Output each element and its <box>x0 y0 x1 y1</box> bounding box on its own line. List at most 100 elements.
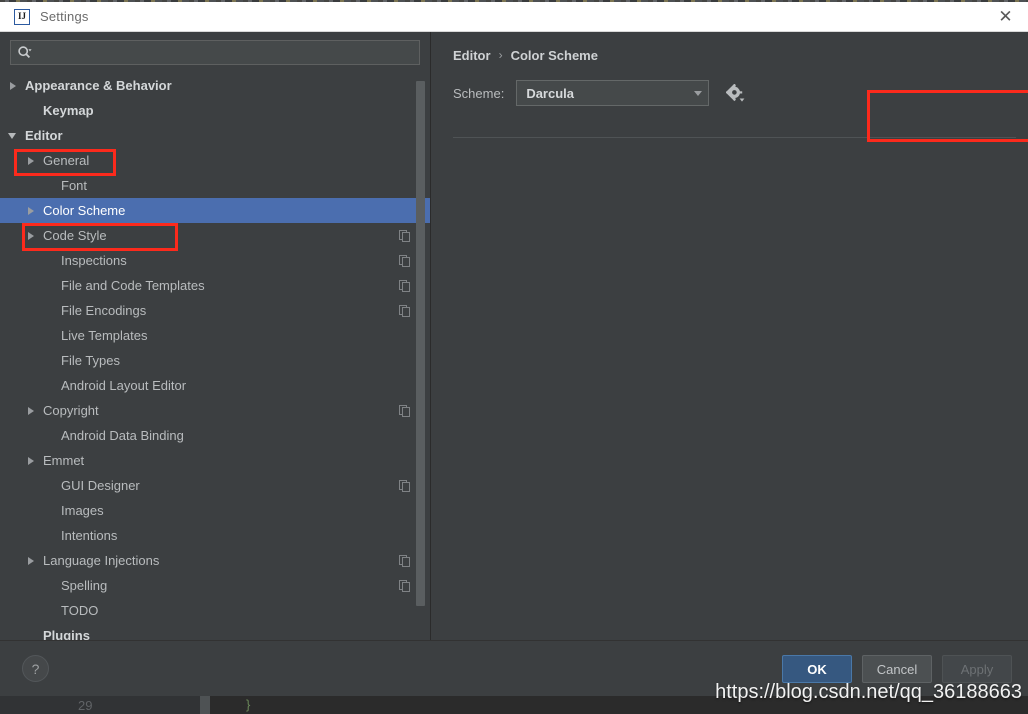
chevron-right-icon[interactable] <box>8 80 19 91</box>
sidebar-item-spelling[interactable]: Spelling <box>0 573 430 598</box>
sidebar-item-label: Images <box>61 503 104 518</box>
sidebar-item-file-encodings[interactable]: File Encodings <box>0 298 430 323</box>
sidebar-item-label: Code Style <box>43 228 107 243</box>
chevron-down-icon <box>694 90 703 96</box>
help-button[interactable]: ? <box>22 655 49 682</box>
sidebar-item-label: Keymap <box>43 103 94 118</box>
settings-content-panel: Editor › Color Scheme Scheme: Darcula <box>431 32 1028 640</box>
search-input[interactable] <box>32 41 419 64</box>
sidebar-item-label: Emmet <box>43 453 85 468</box>
copy-settings-icon[interactable] <box>399 279 410 292</box>
sidebar-item-label: File Encodings <box>61 303 147 318</box>
chevron-down-icon[interactable] <box>8 130 19 141</box>
close-icon[interactable]: ✕ <box>983 2 1028 32</box>
settings-tree[interactable]: Appearance & Behavior Keymap Editor General… <box>0 71 430 640</box>
sidebar-item-label: Android Data Binding <box>61 428 184 443</box>
copy-settings-icon[interactable] <box>399 554 410 567</box>
sidebar-item-android-data-binding[interactable]: Android Data Binding <box>0 423 430 448</box>
copy-settings-icon[interactable] <box>399 404 410 417</box>
copy-settings-icon[interactable] <box>399 479 410 492</box>
sidebar-item-general[interactable]: General <box>0 148 430 173</box>
ok-button[interactable]: OK <box>782 655 852 683</box>
sidebar-item-label: Appearance & Behavior <box>25 78 172 93</box>
copy-settings-icon[interactable] <box>399 579 410 592</box>
sidebar-item-label: Plugins <box>43 628 90 640</box>
sidebar-item-inspections[interactable]: Inspections <box>0 248 430 273</box>
sidebar-item-appearance-behavior[interactable]: Appearance & Behavior <box>0 73 430 98</box>
ide-code-fragment: } <box>246 697 251 712</box>
sidebar-item-label: Copyright <box>43 403 99 418</box>
search-box[interactable] <box>10 40 420 65</box>
settings-dialog: IJ Settings ✕ Appearance & Behavior Keym… <box>0 2 1028 696</box>
chevron-right-icon: › <box>498 48 503 62</box>
sidebar-item-label: Inspections <box>61 253 127 268</box>
sidebar-item-font[interactable]: Font <box>0 173 430 198</box>
sidebar-item-file-and-code-templates[interactable]: File and Code Templates <box>0 273 430 298</box>
sidebar-scrollbar[interactable] <box>416 71 427 640</box>
dialog-button-group: OK Cancel Apply <box>782 655 1012 683</box>
sidebar-item-code-style[interactable]: Code Style <box>0 223 430 248</box>
dialog-title: Settings <box>40 9 89 24</box>
sidebar-item-emmet[interactable]: Emmet <box>0 448 430 473</box>
gear-icon[interactable] <box>725 83 745 103</box>
sidebar-scrollbar-thumb[interactable] <box>416 81 425 606</box>
chevron-right-icon[interactable] <box>26 405 37 416</box>
scheme-select[interactable]: Darcula <box>516 80 710 106</box>
scheme-row: Scheme: Darcula <box>453 79 1028 107</box>
sidebar-item-label: General <box>43 153 90 168</box>
sidebar-item-label: File Types <box>61 353 121 368</box>
sidebar-item-label: Font <box>61 178 88 193</box>
search-icon <box>17 45 32 60</box>
chevron-right-icon[interactable] <box>26 205 37 216</box>
chevron-right-icon[interactable] <box>26 155 37 166</box>
sidebar-item-gui-designer[interactable]: GUI Designer <box>0 473 430 498</box>
sidebar-item-intentions[interactable]: Intentions <box>0 523 430 548</box>
breadcrumb-parent[interactable]: Editor <box>453 48 491 63</box>
copy-settings-icon[interactable] <box>399 304 410 317</box>
sidebar-item-language-injections[interactable]: Language Injections <box>0 548 430 573</box>
sidebar-item-label: TODO <box>61 603 99 618</box>
sidebar-item-android-layout-editor[interactable]: Android Layout Editor <box>0 373 430 398</box>
sidebar-item-todo[interactable]: TODO <box>0 598 430 623</box>
settings-tree-rows: Appearance & Behavior Keymap Editor General… <box>0 73 430 640</box>
ide-line-number: 29 <box>78 698 93 713</box>
copy-settings-icon[interactable] <box>399 229 410 242</box>
sidebar-item-label: Language Injections <box>43 553 160 568</box>
sidebar-item-label: GUI Designer <box>61 478 140 493</box>
chevron-right-icon[interactable] <box>26 455 37 466</box>
sidebar-item-file-types[interactable]: File Types <box>0 348 430 373</box>
chevron-right-icon[interactable] <box>26 555 37 566</box>
chevron-right-icon[interactable] <box>26 230 37 241</box>
sidebar-item-editor[interactable]: Editor <box>0 123 430 148</box>
search-container <box>0 32 430 71</box>
sidebar-item-label: Intentions <box>61 528 118 543</box>
sidebar-item-label: File and Code Templates <box>61 278 205 293</box>
copy-settings-icon[interactable] <box>399 254 410 267</box>
scheme-label: Scheme: <box>453 85 505 101</box>
content-divider <box>453 137 1016 138</box>
sidebar-item-label: Spelling <box>61 578 108 593</box>
sidebar-item-color-scheme[interactable]: Color Scheme <box>0 198 430 223</box>
sidebar-item-plugins[interactable]: Plugins <box>0 623 430 640</box>
sidebar-item-live-templates[interactable]: Live Templates <box>0 323 430 348</box>
cancel-button[interactable]: Cancel <box>862 655 932 683</box>
sidebar-item-copyright[interactable]: Copyright <box>0 398 430 423</box>
dialog-body: Appearance & Behavior Keymap Editor General… <box>0 32 1028 640</box>
sidebar-item-keymap[interactable]: Keymap <box>0 98 430 123</box>
sidebar-item-label: Color Scheme <box>43 203 126 218</box>
sidebar-item-images[interactable]: Images <box>0 498 430 523</box>
sidebar-item-label: Live Templates <box>61 328 148 343</box>
watermark: https://blog.csdn.net/qq_36188663 <box>715 681 1022 703</box>
